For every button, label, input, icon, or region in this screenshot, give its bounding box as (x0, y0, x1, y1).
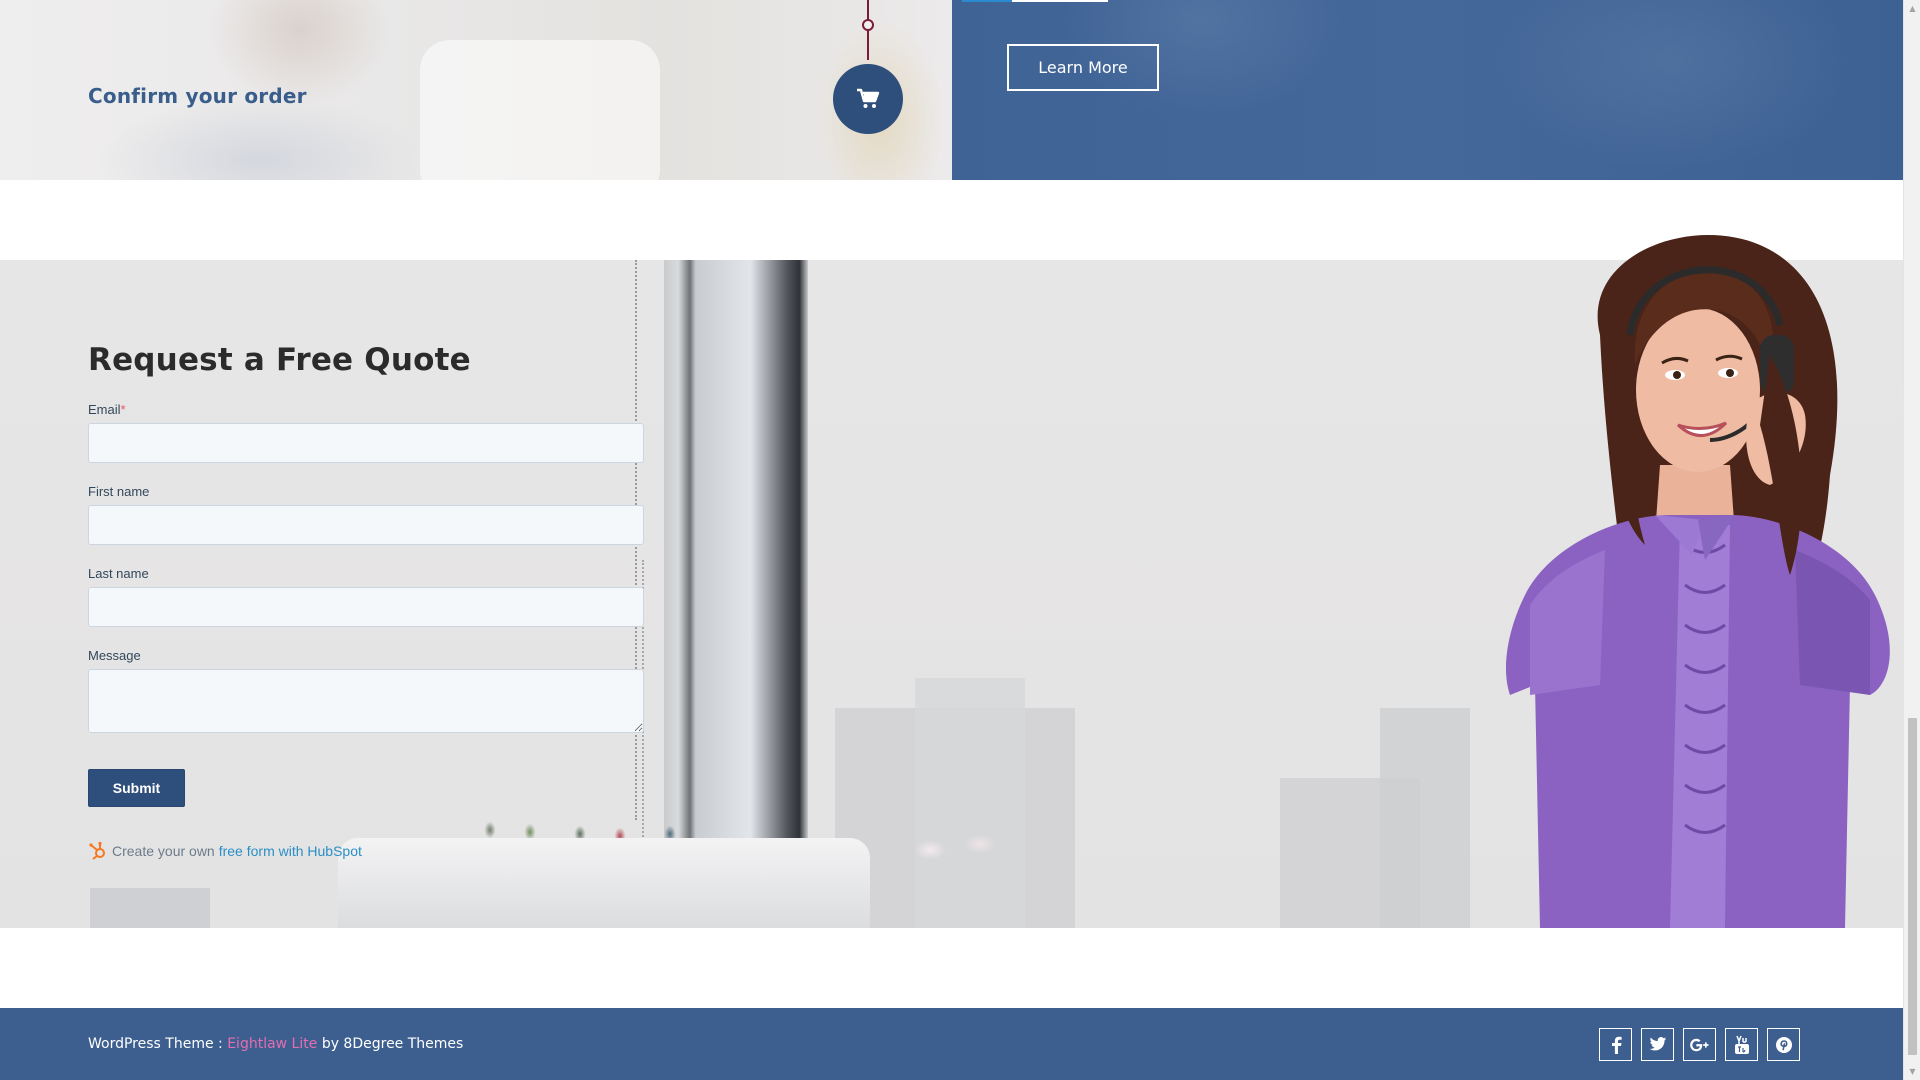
pinterest-button[interactable] (1767, 1028, 1800, 1061)
facebook-button[interactable] (1599, 1028, 1632, 1061)
step-title: Confirm your order (88, 84, 307, 108)
footer: WordPress Theme : Eightlaw Lite by 8Degr… (0, 1008, 1903, 1080)
orchid-decoration (900, 820, 1010, 880)
scroll-down-arrow-icon[interactable]: ▼ (1904, 1063, 1920, 1080)
hubspot-link[interactable]: free form with HubSpot (219, 843, 362, 859)
last-name-field[interactable] (88, 587, 644, 627)
building-shape (90, 888, 210, 928)
email-field[interactable] (88, 423, 644, 463)
message-label: Message (88, 648, 141, 663)
timeline-dot (862, 19, 874, 31)
credit-prefix: WordPress Theme : (88, 1036, 223, 1052)
quote-section: Request a Free Quote Email* First name L… (0, 235, 1903, 928)
scrollbar-thumb[interactable] (1908, 718, 1917, 1055)
last-name-label: Last name (88, 566, 149, 581)
quote-form-title: Request a Free Quote (88, 342, 471, 378)
email-label-text: Email (88, 402, 121, 417)
page-scrollbar[interactable]: ▲ ▼ (1903, 0, 1920, 1080)
twitter-button[interactable] (1641, 1028, 1674, 1061)
youtube-icon (1734, 1035, 1749, 1054)
support-agent-image (1505, 235, 1890, 928)
hubspot-credit-text: Create your own (112, 843, 215, 859)
process-section: Confirm your order Learn More (0, 0, 1903, 180)
google-plus-icon (1689, 1038, 1708, 1051)
hubspot-logo-icon (89, 841, 105, 860)
hubspot-credit: Create your own free form with HubSpot (88, 841, 362, 861)
facebook-icon (1611, 1036, 1622, 1054)
scroll-up-arrow-icon[interactable]: ▲ (1904, 0, 1920, 17)
twitter-icon (1649, 1037, 1666, 1051)
shopping-cart-icon (857, 88, 880, 108)
background-photo-detail (420, 40, 660, 180)
accent-bar (962, 0, 1012, 2)
first-name-field[interactable] (88, 505, 644, 545)
pinterest-icon (1775, 1036, 1792, 1053)
footer-credit: WordPress Theme : Eightlaw Lite by 8Degr… (88, 1036, 463, 1052)
submit-button[interactable]: Submit (88, 769, 185, 807)
laptop-image (338, 838, 870, 928)
message-field[interactable] (88, 669, 644, 733)
email-label: Email* (88, 402, 126, 417)
youtube-button[interactable] (1725, 1028, 1758, 1061)
first-name-label: First name (88, 484, 150, 499)
accent-bar (1012, 0, 1108, 2)
step-badge (833, 64, 903, 134)
building-shape (915, 678, 1025, 928)
theme-link[interactable]: Eightlaw Lite (227, 1036, 317, 1052)
learn-more-button[interactable]: Learn More (1007, 44, 1159, 91)
credit-by: by 8Degree Themes (321, 1036, 464, 1052)
required-marker: * (120, 402, 126, 417)
google-plus-button[interactable] (1683, 1028, 1716, 1061)
cta-panel: Learn More (952, 0, 1903, 180)
process-step-panel: Confirm your order (0, 0, 952, 180)
